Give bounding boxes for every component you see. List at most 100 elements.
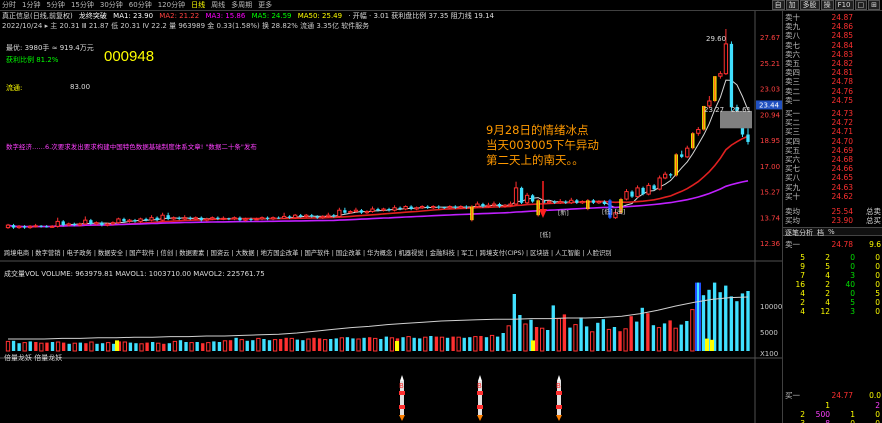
volume-bar xyxy=(418,338,422,351)
candle-up xyxy=(491,203,497,206)
volume-bar xyxy=(534,327,539,351)
tick-cell: 5 xyxy=(850,298,855,307)
top-button-6[interactable]: ⊞ xyxy=(868,0,880,10)
candle-down xyxy=(591,200,596,203)
candle-up xyxy=(138,218,143,222)
volume-bar-up xyxy=(389,337,395,352)
candle-up xyxy=(160,214,165,221)
top-button-0[interactable]: 自 xyxy=(771,0,785,10)
top-button-1[interactable]: 加 xyxy=(785,0,799,10)
period-tab-4[interactable]: 30分钟 xyxy=(100,0,123,10)
period-tab-1[interactable]: 1分钟 xyxy=(22,0,40,10)
row-price: 24.82 xyxy=(831,59,853,68)
volume-bar xyxy=(351,338,355,351)
tick-cell: 8 xyxy=(808,419,833,423)
top-right-buttons: 自加多股操 F10 □ ⊞ xyxy=(771,0,880,11)
period-tab-0[interactable]: 分时 xyxy=(2,0,16,10)
period-tab-10[interactable]: 更多 xyxy=(258,0,272,10)
candle-up xyxy=(508,203,513,206)
volume-bar xyxy=(379,339,383,351)
candle-down xyxy=(89,220,93,224)
header-extra: · 开幅 · 3.01 获利盘比例 37.35 阻力线 19.14 xyxy=(348,12,495,20)
candle-up xyxy=(33,225,38,228)
volume-bar xyxy=(267,340,272,351)
candle-down xyxy=(39,225,43,227)
top-button-2[interactable]: 多股 xyxy=(799,0,820,10)
tick-cell: 40 xyxy=(845,280,855,289)
period-tab-2[interactable]: 5分钟 xyxy=(46,0,64,10)
volume-bar-up xyxy=(606,328,612,352)
annotation-line-2: 当天003005下午异动 xyxy=(486,138,599,152)
candle-limit-up-core xyxy=(675,154,677,176)
candle-down xyxy=(652,185,656,190)
row-price: 24.78 xyxy=(831,77,853,87)
candle-up xyxy=(348,210,353,214)
signal-rocket-tip xyxy=(557,375,561,381)
period-toolbar: 分时 1分钟 5分钟 15分钟 30分钟 60分钟 120分钟 日线 周线 多周期 更多 自加多股操 F… xyxy=(0,0,882,11)
row-price: 24.69 xyxy=(831,145,853,155)
volume-bar xyxy=(217,342,222,351)
tick-cell: 0 xyxy=(850,289,855,298)
period-tab-8[interactable]: 周线 xyxy=(211,0,225,10)
ma1-text: MA1: 23.90 xyxy=(113,12,154,20)
volume-bar-up xyxy=(556,318,561,352)
tick-cell: 0 xyxy=(850,262,855,271)
candle-up xyxy=(66,223,71,226)
tick-tab-2[interactable]: % xyxy=(828,228,835,236)
tick-bottom-row: 2 500 1 0 xyxy=(783,410,882,419)
volume-bar xyxy=(17,343,21,351)
candle-down xyxy=(177,217,181,219)
top-button-5[interactable]: □ xyxy=(854,0,868,10)
signal-rocket-band xyxy=(477,391,483,395)
candle-limit-up-core xyxy=(692,133,694,149)
volume-bar-up xyxy=(289,337,294,352)
top-button-4[interactable]: F10 xyxy=(834,0,854,10)
chart-area[interactable]: 29.60 23.27 22.61 [低] [新] [低] [出] 27.67 25.21 23… xyxy=(0,11,782,423)
volume-bar xyxy=(112,343,116,351)
candle-up xyxy=(254,218,259,221)
period-tab-6[interactable]: 120分钟 xyxy=(158,0,185,10)
row-price: 24.66 xyxy=(831,164,853,174)
tick-cell: 5 xyxy=(825,262,830,271)
tick-cell: 0 xyxy=(875,253,880,262)
chart-canvas[interactable]: 29.60 23.27 22.61 [低] [新] [低] [出] 27.67 25.21 23… xyxy=(0,11,782,423)
candle-up xyxy=(596,201,602,204)
period-tab-3[interactable]: 15分钟 xyxy=(71,0,94,10)
volume-bar-up xyxy=(156,342,161,352)
candle-up xyxy=(77,223,82,226)
order-book-panel: 卖十 24.87 卖九 24.86 卖八 24.85 卖七 24.84 卖六 24.83 卖五 24.… xyxy=(782,11,882,423)
row-label: 买一 xyxy=(785,391,800,400)
candle-up xyxy=(270,217,276,220)
sell-level-10[interactable]: 卖一 24.75 xyxy=(783,96,882,105)
period-tab-9[interactable]: 多周期 xyxy=(231,0,252,10)
volume-bar-up xyxy=(222,340,228,352)
period-tab-5[interactable]: 60分钟 xyxy=(129,0,152,10)
candle-up xyxy=(304,214,309,217)
tick-tab-0[interactable]: 逐笔分析 xyxy=(785,228,813,237)
y-axis-label: 18.95 xyxy=(760,137,780,145)
period-tab-7[interactable]: 日线 xyxy=(191,0,205,10)
volume-bar xyxy=(735,301,739,351)
candle-down xyxy=(133,220,137,222)
row-label: 买十 xyxy=(785,191,800,201)
top-button-3[interactable]: 操 xyxy=(820,0,834,10)
tick-buy-one[interactable]: 买一 24.77 0.0 xyxy=(783,391,882,400)
volume-bar xyxy=(61,342,66,351)
volume-bar xyxy=(668,320,672,351)
candle-down xyxy=(564,201,568,203)
candle-down xyxy=(22,226,27,228)
tick-sell-one[interactable]: 卖一 24.78 9.6 xyxy=(783,240,882,249)
candle-up xyxy=(431,206,436,209)
tick-tab-1[interactable]: 档 xyxy=(817,228,824,237)
tick-cell: 0 xyxy=(875,410,880,419)
y-axis-label: 20.94 xyxy=(760,111,781,119)
tick-row: 16 2 40 0 xyxy=(783,280,882,289)
volume-bar-up xyxy=(339,337,345,352)
candle-up xyxy=(364,210,370,214)
volume-bar-yellow xyxy=(531,340,535,351)
volume-bar-highlight-core xyxy=(697,282,699,351)
buy-level-10[interactable]: 买十 24.62 xyxy=(783,192,882,201)
candle-down xyxy=(315,216,319,218)
summary-price: 23.90 xyxy=(831,216,853,225)
candle-down xyxy=(497,204,502,207)
